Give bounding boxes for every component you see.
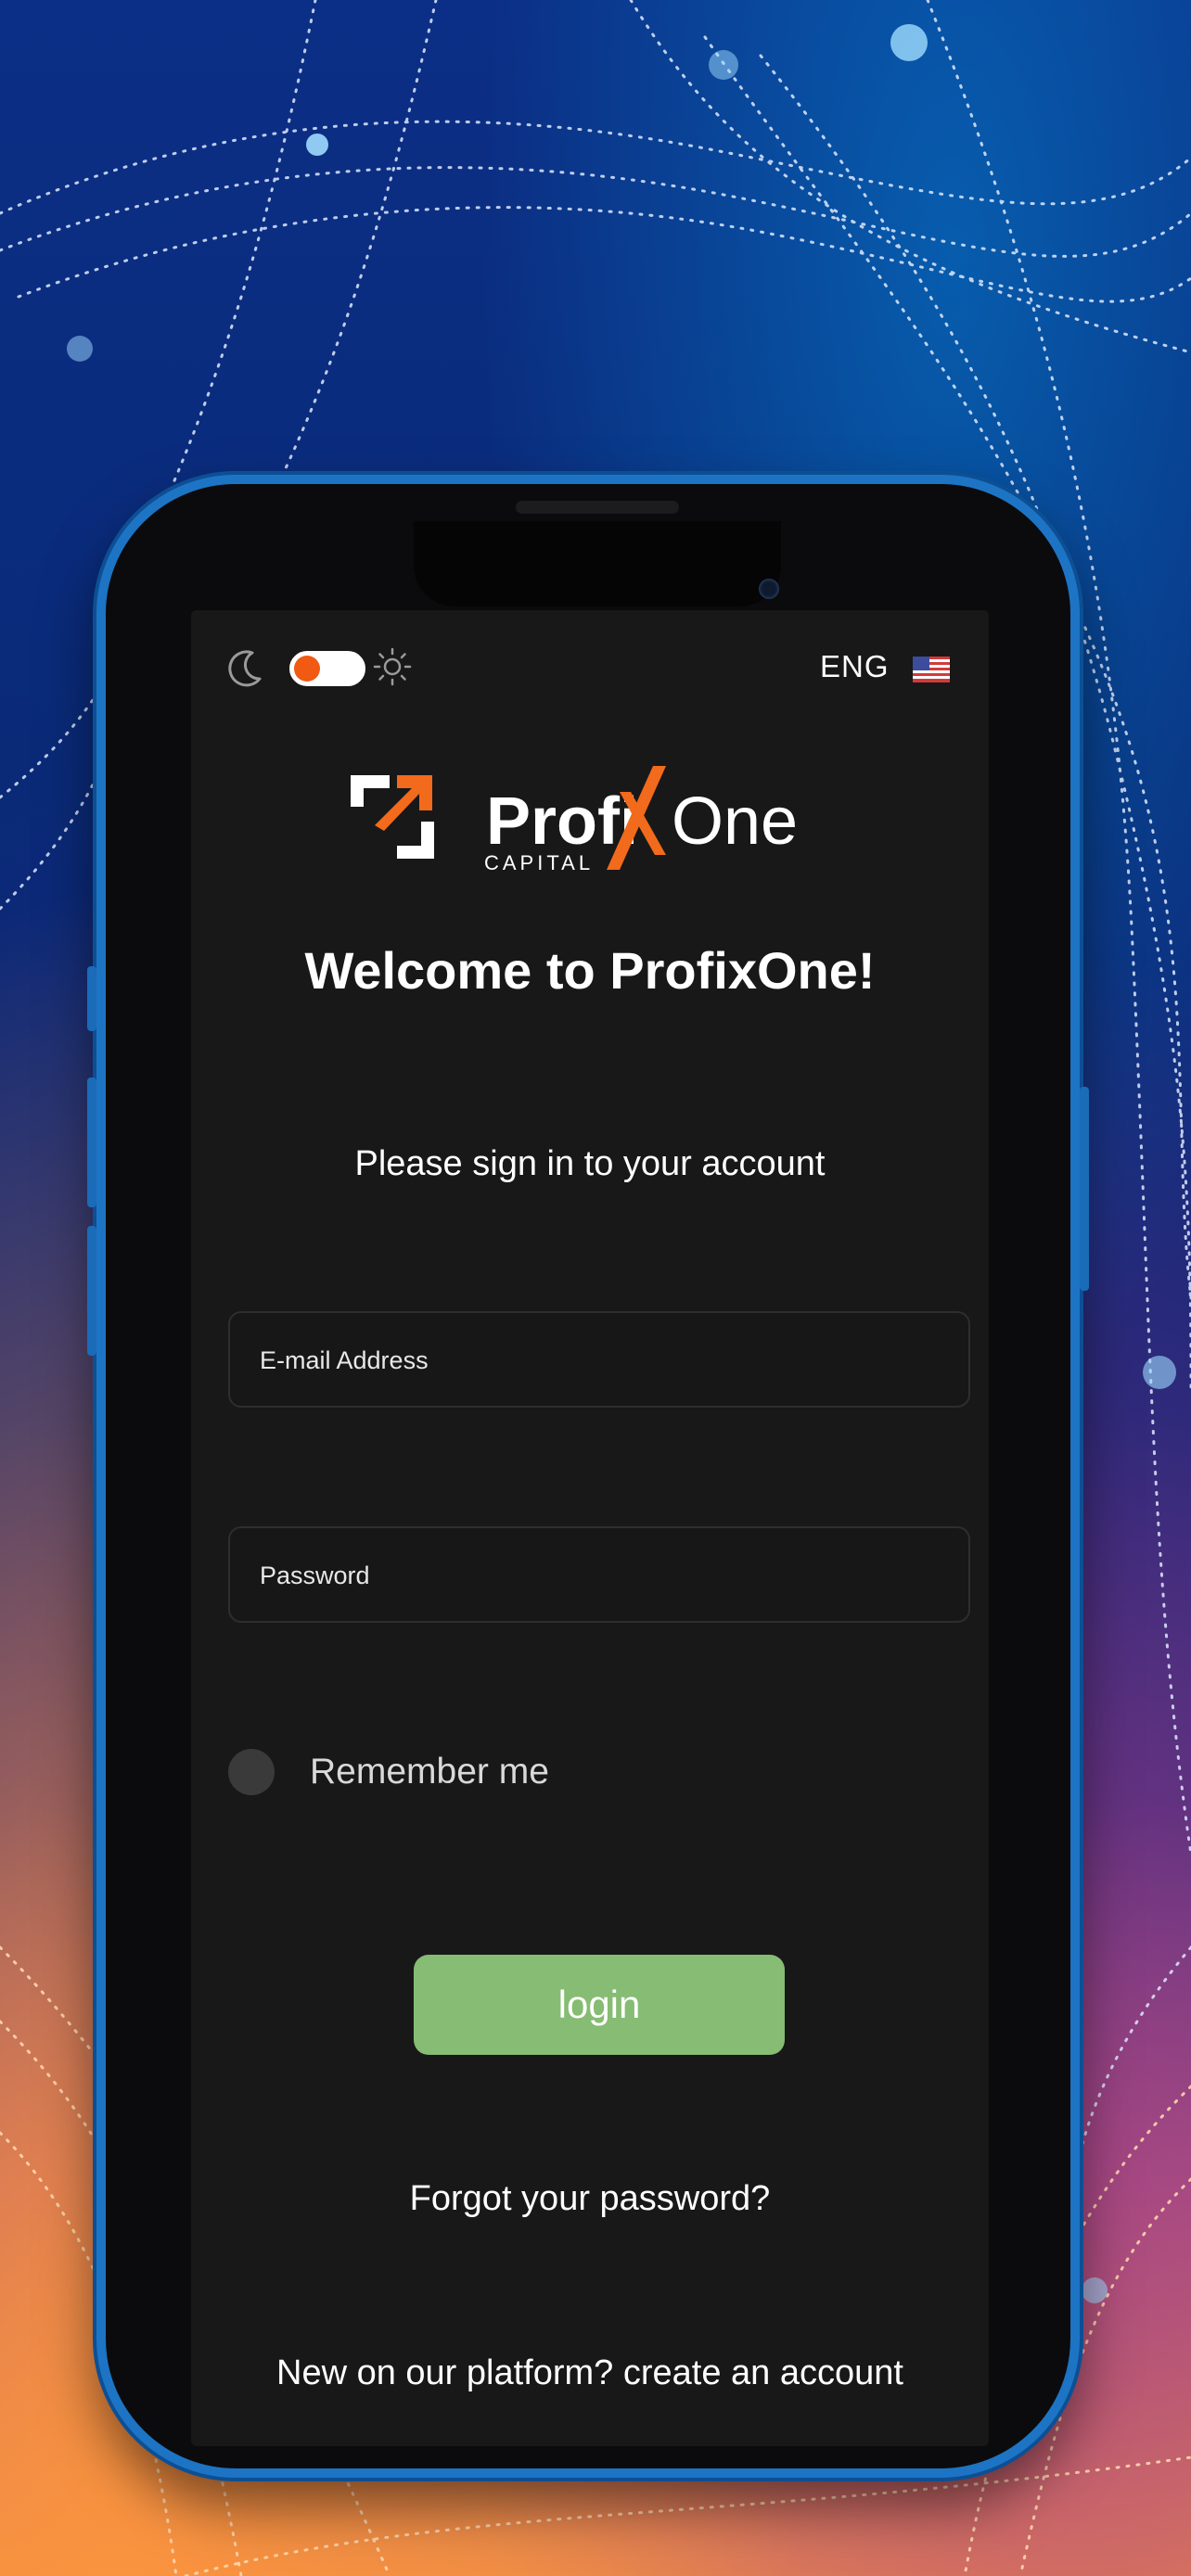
- sun-icon[interactable]: [373, 647, 412, 686]
- phone-frame: ENG Profi CAPITAL One Welcome to ProfixO…: [87, 475, 1089, 2478]
- create-account-link[interactable]: create an account: [623, 2353, 903, 2392]
- page-title: Welcome to ProfixOne!: [304, 941, 876, 1000]
- phone-notch: [414, 521, 781, 606]
- theme-toggle[interactable]: [289, 651, 365, 686]
- login-button[interactable]: login: [414, 1955, 785, 2055]
- phone-side-button: [87, 1226, 96, 1356]
- logo-mark-icon: [351, 775, 434, 859]
- phone-side-button: [1080, 1087, 1089, 1291]
- email-field[interactable]: [258, 1313, 948, 1408]
- phone-speaker: [516, 501, 679, 514]
- theme-toggle-knob: [294, 656, 320, 682]
- password-field[interactable]: [258, 1528, 948, 1623]
- register-prompt-text: New on our platform?: [276, 2353, 614, 2392]
- logo-text-one: One: [672, 784, 798, 859]
- profixone-logo: Profi CAPITAL One: [351, 766, 798, 874]
- us-flag-icon[interactable]: [913, 657, 950, 682]
- password-field-container: [228, 1526, 970, 1623]
- logo-text-profi: Profi: [486, 784, 638, 859]
- language-selector[interactable]: ENG: [820, 649, 890, 684]
- forgot-password-link[interactable]: Forgot your password?: [191, 2179, 989, 2219]
- sign-in-subtitle: Please sign in to your account: [354, 1144, 826, 1183]
- promo-background: ENG Profi CAPITAL One Welcome to ProfixO…: [0, 0, 1191, 2576]
- remember-me-checkbox[interactable]: [228, 1749, 275, 1795]
- phone-side-button: [87, 1078, 96, 1207]
- moon-icon[interactable]: [224, 647, 265, 688]
- front-camera: [759, 579, 779, 599]
- app-screen: ENG Profi CAPITAL One Welcome to ProfixO…: [191, 610, 989, 2446]
- logo-tagline: CAPITAL: [484, 851, 594, 874]
- remember-me-label[interactable]: Remember me: [310, 1749, 549, 1795]
- phone-side-button: [87, 966, 96, 1031]
- register-prompt: New on our platform? create an account: [191, 2353, 989, 2393]
- email-field-container: [228, 1311, 970, 1408]
